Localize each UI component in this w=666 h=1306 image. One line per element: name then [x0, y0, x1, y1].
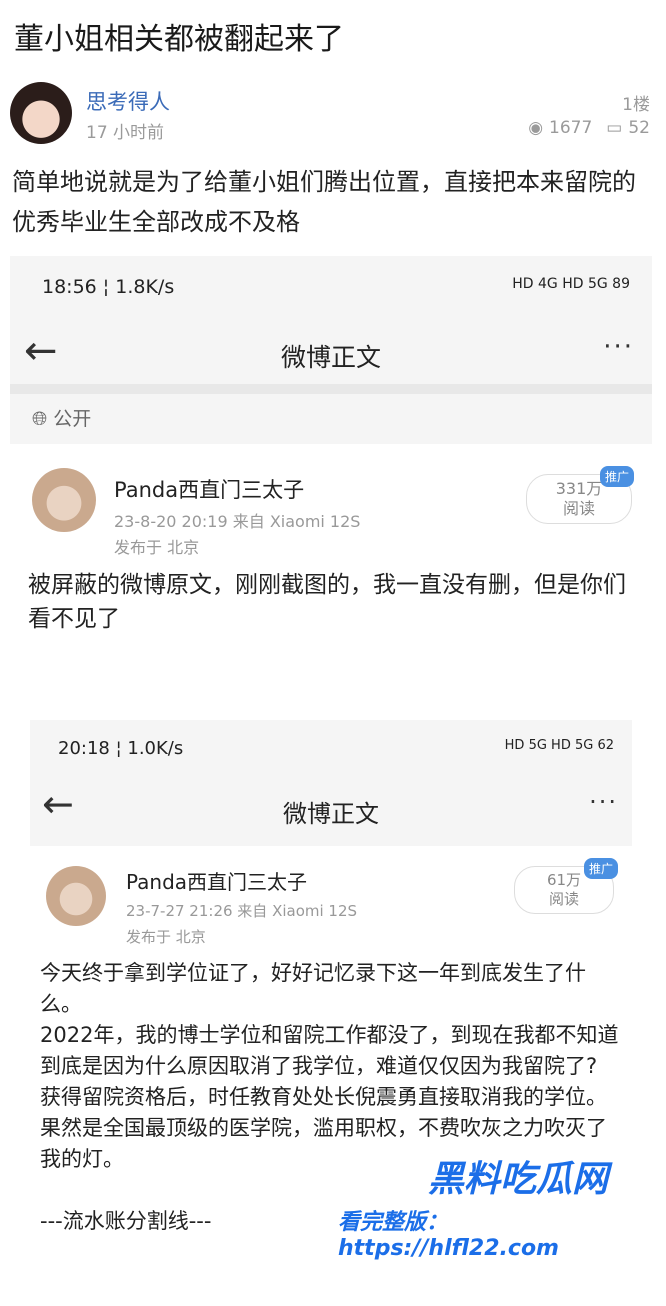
poster-avatar[interactable]	[32, 468, 96, 532]
paragraph: 今天终于拿到学位证了，好好记忆录下这一年到底发生了什么。	[40, 961, 586, 1016]
status-time: 18:56 ¦ 1.8K/s	[42, 276, 175, 298]
status-icons: HD 5G HD 5G 62	[504, 738, 614, 753]
status-time: 20:18 ¦ 1.0K/s	[58, 738, 184, 759]
comment-icon[interactable]: ▭	[606, 118, 622, 138]
nav-title: 微博正文	[280, 343, 381, 372]
author-name[interactable]: 思考得人	[86, 86, 170, 116]
more-icon[interactable]: ···	[589, 788, 618, 816]
poster-name[interactable]: Panda西直门三太子	[126, 866, 307, 895]
post-time: 17 小时前	[86, 123, 165, 143]
read-label: 阅读	[548, 890, 579, 908]
post-meta: 23-8-20 20:19 来自 Xiaomi 12S	[114, 512, 361, 531]
more-icon[interactable]: ···	[603, 332, 634, 362]
read-label: 阅读	[562, 499, 595, 518]
watermark: 黑料吃瓜网 看完整版：https://hlfl22.com	[338, 1148, 658, 1278]
divider	[10, 384, 652, 394]
watermark-url[interactable]: 看完整版：https://hlfl22.com	[338, 1204, 658, 1261]
floor-number: 1楼	[622, 95, 650, 115]
nav-bar: ← 微博正文 ···	[10, 318, 652, 384]
promo-badge[interactable]: 推广	[583, 858, 618, 879]
status-bar: 20:18 ¦ 1.0K/s HD 5G HD 5G 62	[30, 720, 632, 776]
status-icons: HD 4G HD 5G 89	[512, 276, 630, 292]
post-text: 被屏蔽的微博原文，刚刚截图的，我一直没有删，但是你们看不见了	[28, 572, 626, 632]
avatar[interactable]	[10, 82, 72, 144]
visibility-label: 🌐︎ 公开	[32, 408, 92, 430]
post-location: 发布于 北京	[126, 928, 206, 946]
post-location: 发布于 北京	[114, 538, 200, 557]
post-meta: 23-7-27 21:26 来自 Xiaomi 12S	[126, 902, 358, 920]
globe-icon: 🌐︎	[32, 408, 48, 430]
nav-bar: ← 微博正文 ···	[30, 776, 632, 838]
view-count: 1677	[549, 118, 593, 138]
embedded-screenshot-1: 18:56 ¦ 1.8K/s HD 4G HD 5G 89 ← 微博正文 ···…	[10, 256, 652, 1306]
promo-badge[interactable]: 推广	[599, 466, 634, 487]
status-bar: 18:56 ¦ 1.8K/s HD 4G HD 5G 89	[10, 256, 652, 318]
post-stats: ◉ 1677 ▭ 52	[528, 118, 650, 138]
paragraph: 获得留院资格后，时任教育处处长倪震勇直接取消我的学位。	[40, 1085, 607, 1109]
poster-avatar[interactable]	[46, 866, 106, 926]
paragraph: 2022年，我的博士学位和留院工作都没了，到现在我都不知道到底是因为什么原因取消…	[40, 1023, 619, 1078]
post-title: 董小姐相关都被翻起来了	[14, 22, 344, 57]
nav-title: 微博正文	[283, 800, 379, 828]
comment-count: 52	[628, 118, 650, 138]
watermark-brand: 黑料吃瓜网	[428, 1159, 609, 1200]
post-body: 简单地说就是为了给董小姐们腾出位置，直接把本来留院的优秀毕业生全部改成不及格	[12, 168, 636, 236]
poster-name[interactable]: Panda西直门三太子	[114, 474, 304, 504]
eye-icon: ◉	[528, 118, 544, 138]
